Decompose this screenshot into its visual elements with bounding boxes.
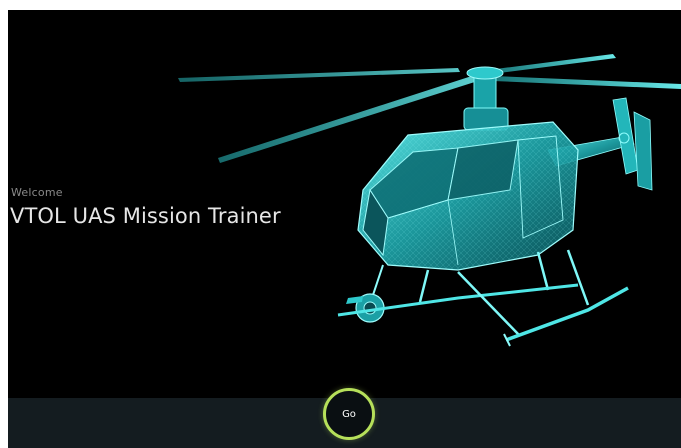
app-title: VTOL UAS Mission Trainer xyxy=(10,204,281,228)
go-button-label: Go xyxy=(342,408,356,420)
helicopter-wireframe-illustration xyxy=(178,54,681,347)
page-frame: Welcome VTOL UAS Mission Trainer Go xyxy=(0,0,681,448)
welcome-screen: Welcome VTOL UAS Mission Trainer Go xyxy=(8,10,681,448)
welcome-greeting: Welcome xyxy=(11,186,63,199)
go-button[interactable]: Go xyxy=(323,388,375,440)
